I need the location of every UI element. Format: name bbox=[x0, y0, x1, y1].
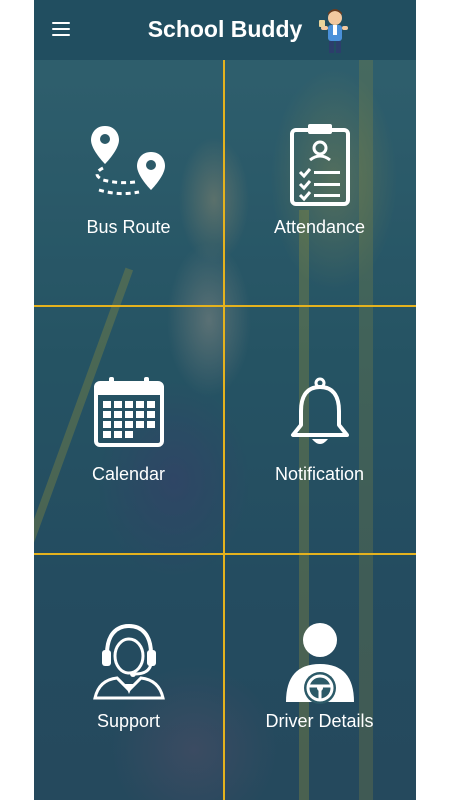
tile-calendar[interactable]: Calendar bbox=[34, 307, 223, 553]
phone-screen: School Buddy Bus Route Attendance Calend… bbox=[34, 0, 416, 800]
calendar-icon bbox=[93, 377, 164, 447]
tile-driver-details[interactable]: Driver Details bbox=[225, 554, 414, 800]
tile-support[interactable]: Support bbox=[34, 554, 223, 800]
tile-label: Driver Details bbox=[265, 711, 374, 731]
bell-icon bbox=[290, 377, 349, 444]
headset-support-icon bbox=[92, 623, 165, 700]
attendance-clipboard-icon bbox=[289, 124, 350, 206]
tile-label: Calendar bbox=[91, 464, 166, 484]
tile-attendance[interactable]: Attendance bbox=[225, 60, 414, 306]
driver-steering-wheel-icon bbox=[285, 623, 354, 704]
tile-label: Support bbox=[96, 711, 161, 731]
app-title: School Buddy bbox=[147, 16, 303, 42]
tile-label: Notification bbox=[274, 464, 365, 484]
tile-bus-route[interactable]: Bus Route bbox=[34, 60, 223, 306]
tile-label: Attendance bbox=[273, 217, 366, 237]
app-bar: School Buddy bbox=[34, 0, 416, 60]
tile-notification[interactable]: Notification bbox=[225, 307, 414, 553]
menu-grid: Bus Route Attendance Calendar Notificati… bbox=[34, 60, 416, 800]
mascot-icon bbox=[319, 9, 348, 53]
tile-label: Bus Route bbox=[86, 217, 171, 237]
bus-route-icon bbox=[90, 126, 165, 196]
